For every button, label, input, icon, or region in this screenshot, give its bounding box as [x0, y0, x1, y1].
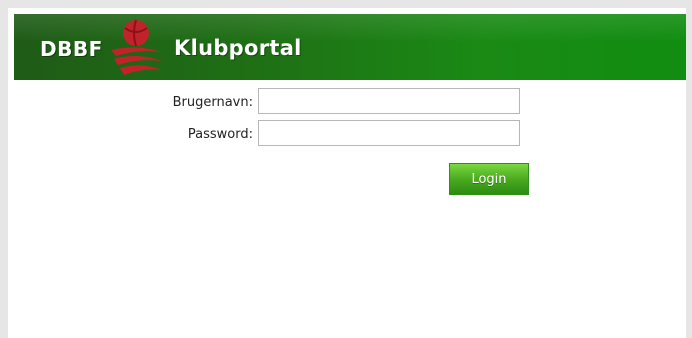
swoosh-2 — [114, 55, 162, 65]
portal-header: DBBF Klubportal — [14, 14, 686, 80]
swoosh-1 — [111, 47, 161, 56]
brand-right-text: Klubportal — [174, 36, 302, 60]
username-label: Brugernavn: — [172, 95, 253, 110]
password-row: Password: — [8, 120, 686, 150]
swoosh-3 — [120, 65, 162, 75]
username-row: Brugernavn: — [8, 88, 686, 118]
password-input[interactable] — [258, 120, 520, 146]
login-button[interactable]: Login — [449, 163, 529, 195]
login-panel: DBBF Klubportal Brugernavn: Password: Lo… — [8, 8, 686, 338]
username-input[interactable] — [258, 88, 520, 114]
basketball-swoosh-icon — [111, 19, 162, 75]
password-label: Password: — [187, 127, 253, 142]
brand-left-text: DBBF — [40, 37, 103, 61]
